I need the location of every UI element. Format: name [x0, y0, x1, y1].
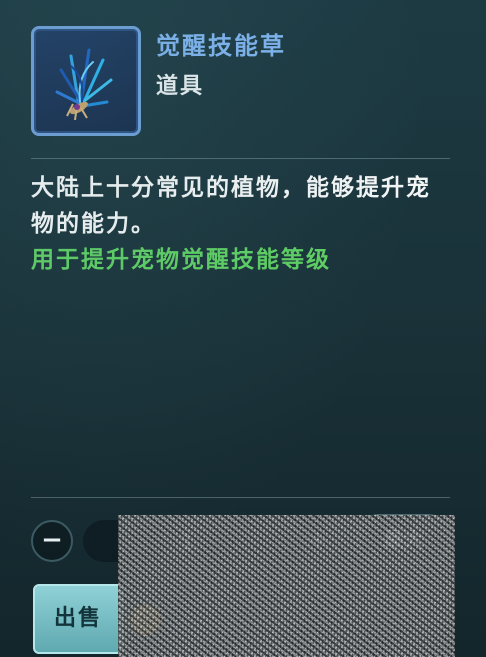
item-description: 大陆上十分常见的植物，能够提升宠物的能力。 — [31, 175, 431, 237]
divider-top — [31, 158, 450, 159]
awakening-grass-icon — [55, 48, 113, 121]
sell-button[interactable]: 出售 — [33, 584, 123, 654]
quantity-decrease-button[interactable]: − — [31, 520, 73, 562]
item-type: 道具 — [156, 74, 205, 99]
item-detail-panel: 觉醒技能草 道具 大陆上十分常见的植物，能够提升宠物的能力。 用于提升宠物觉醒技… — [0, 0, 486, 657]
item-usage: 用于提升宠物觉醒技能等级 — [31, 247, 331, 273]
redacted-noise-overlay — [118, 515, 455, 657]
item-icon-frame — [31, 26, 141, 136]
divider-bottom — [31, 497, 450, 498]
item-name: 觉醒技能草 — [156, 32, 286, 60]
